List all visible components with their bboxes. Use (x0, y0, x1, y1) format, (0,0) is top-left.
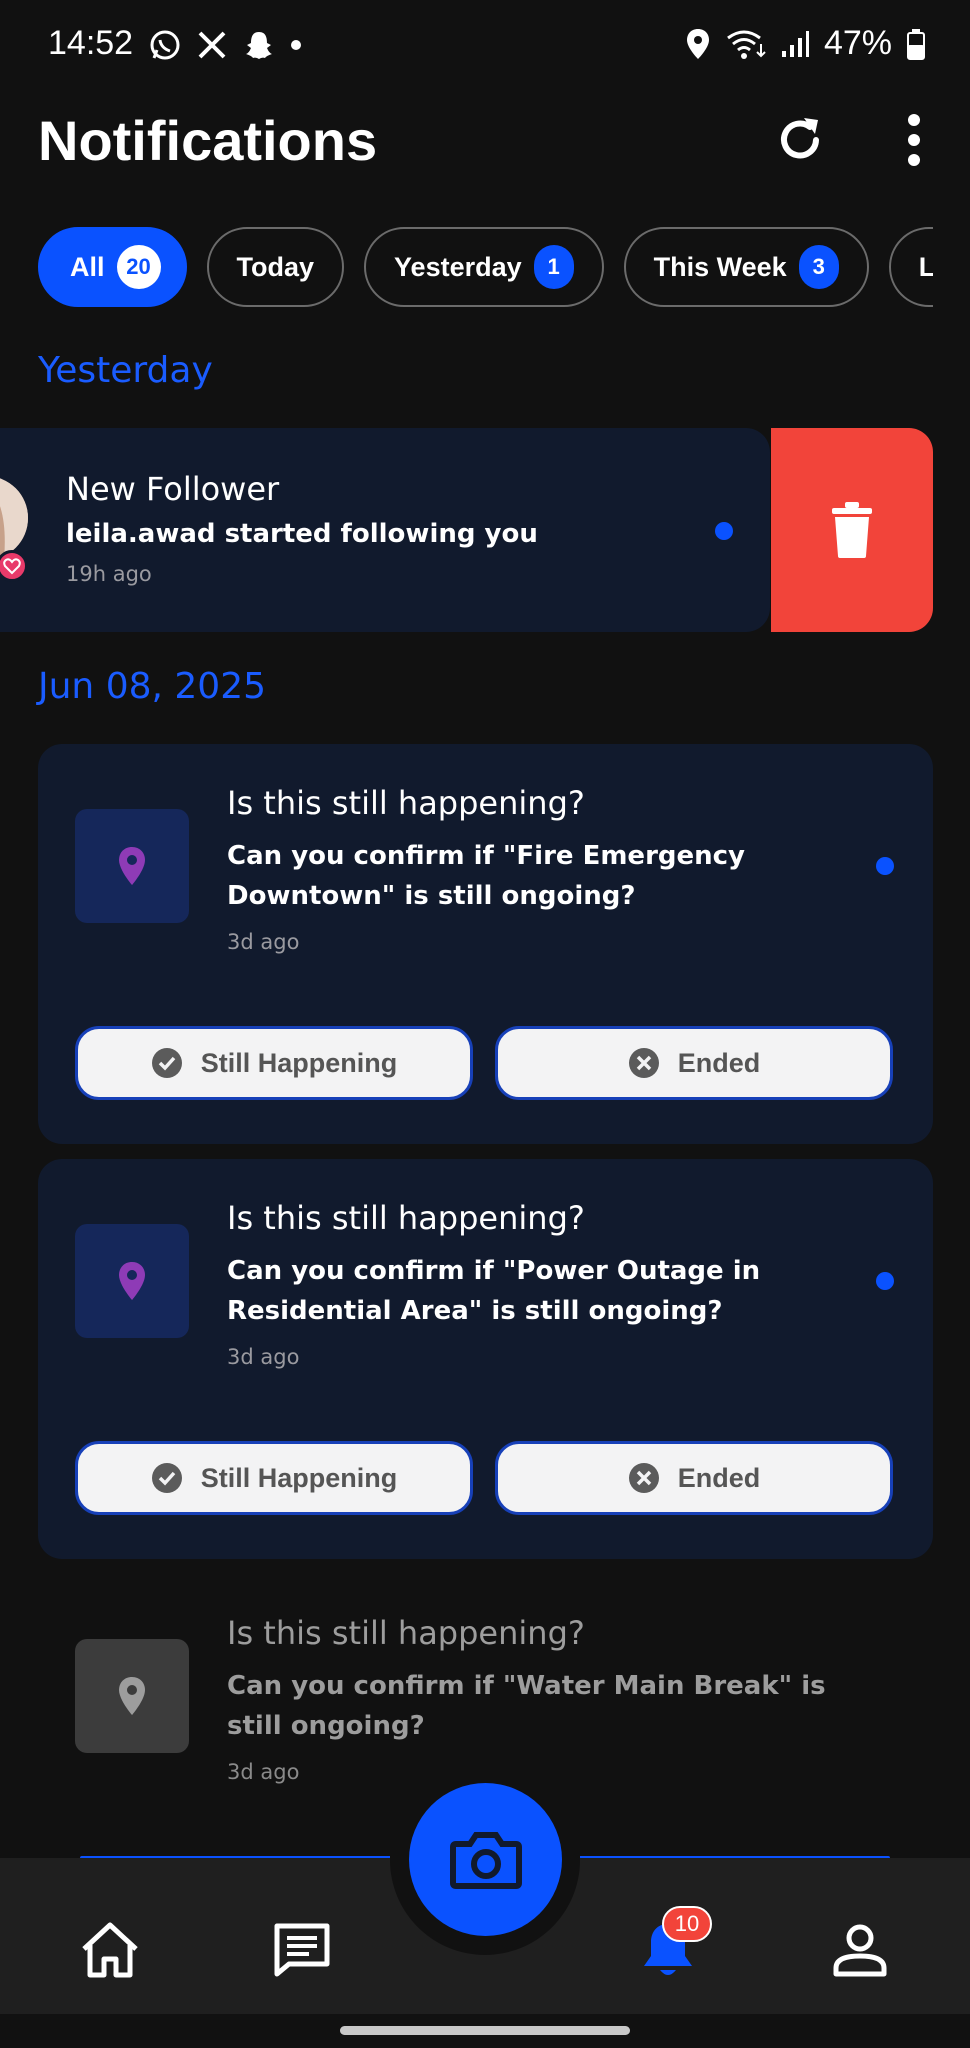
battery-percent: 47% (823, 24, 892, 62)
camera-button[interactable] (409, 1783, 562, 1936)
heart-badge-icon (0, 550, 28, 582)
notification-body: Can you confirm if "Water Main Break" is… (227, 1671, 826, 1741)
notification-time: 19h ago (66, 562, 152, 586)
camera-icon (449, 1831, 522, 1889)
delete-button[interactable] (771, 428, 933, 632)
status-time: 14:52 (48, 24, 134, 62)
event-icon-tile (75, 809, 189, 923)
wifi-icon (727, 30, 766, 59)
chip-count-badge: 20 (116, 245, 161, 289)
check-circle-icon (151, 1463, 182, 1493)
unread-dot (876, 857, 894, 875)
notification-time: 3d ago (227, 930, 300, 954)
section-title-date: Jun 08, 2025 (38, 666, 267, 707)
button-label: Still Happening (200, 1462, 398, 1493)
nav-home[interactable] (78, 1918, 142, 1982)
chip-last[interactable]: La (888, 227, 933, 307)
section-title-yesterday: Yesterday (38, 350, 213, 391)
notification-title: Is this still happening? (227, 784, 585, 822)
notification-title: New Follower (66, 470, 280, 508)
notification-body: Can you confirm if "Power Outage in Resi… (227, 1256, 761, 1326)
chip-today[interactable]: Today (206, 227, 345, 307)
status-bar: 14:52 47% (0, 0, 970, 92)
gesture-navigation-bar[interactable] (340, 2026, 630, 2035)
signal-icon (781, 30, 809, 57)
chip-this-week[interactable]: This Week 3 (623, 227, 869, 307)
nav-profile[interactable] (828, 1918, 892, 1982)
more-options-button[interactable] (886, 112, 942, 168)
notification-body: leila.awad started following you (66, 519, 538, 549)
confirm-event-card[interactable]: Is this still happening? Can you confirm… (38, 744, 933, 1144)
still-happening-button[interactable]: Still Happening (75, 1026, 473, 1100)
battery-icon (907, 28, 925, 60)
dot-icon (291, 40, 301, 50)
notification-time: 3d ago (227, 1345, 300, 1369)
ended-button[interactable]: Ended (495, 1441, 893, 1515)
status-icons-left (148, 28, 302, 62)
x-icon (198, 31, 226, 59)
unread-dot (715, 522, 733, 540)
chip-label: This Week (653, 251, 787, 282)
notification-title: Is this still happening? (227, 1199, 585, 1237)
notification-body: Can you confirm if "Fire Emergency Downt… (227, 841, 746, 911)
button-label: Still Happening (200, 1047, 398, 1078)
chip-count-badge: 1 (533, 245, 574, 289)
location-icon (686, 28, 709, 59)
status-icons-right: 47% (684, 24, 926, 63)
location-pin-icon (119, 1677, 145, 1715)
refresh-button[interactable] (772, 112, 828, 168)
profile-icon (833, 1924, 887, 1977)
chip-yesterday[interactable]: Yesterday 1 (364, 227, 604, 307)
home-icon (82, 1922, 138, 1978)
chip-label: Today (236, 251, 315, 282)
ended-button[interactable]: Ended (495, 1026, 893, 1100)
close-circle-icon (628, 1463, 659, 1493)
messages-icon (274, 1923, 330, 1977)
notification-title: Is this still happening? (227, 1614, 585, 1652)
button-label: Ended (677, 1047, 761, 1078)
avatar (0, 476, 28, 560)
unread-dot (876, 1272, 894, 1290)
notification-count-badge: 10 (662, 1906, 712, 1942)
chip-label: Yesterday (394, 251, 522, 282)
close-circle-icon (628, 1048, 659, 1078)
event-icon-tile (75, 1639, 189, 1753)
follower-notification-card[interactable]: New Follower leila.awad started followin… (0, 428, 770, 632)
still-happening-button[interactable]: Still Happening (75, 1441, 473, 1515)
location-pin-icon (119, 847, 145, 885)
chip-label: All (70, 251, 105, 282)
snapchat-icon (246, 32, 272, 59)
more-vertical-icon (908, 114, 920, 166)
refresh-icon (781, 118, 819, 159)
trash-icon (832, 502, 872, 558)
button-label: Ended (677, 1462, 761, 1493)
event-icon-tile (75, 1224, 189, 1338)
location-pin-icon (119, 1262, 145, 1300)
page-title: Notifications (38, 109, 378, 172)
chip-all[interactable]: All 20 (38, 227, 187, 307)
filter-chips: All 20 Today Yesterday 1 This Week 3 La (38, 227, 933, 307)
chip-label: La (918, 251, 933, 282)
nav-messages[interactable] (270, 1918, 334, 1982)
whatsapp-icon (150, 30, 180, 60)
notification-time: 3d ago (227, 1760, 300, 1784)
check-circle-icon (151, 1048, 182, 1078)
chip-count-badge: 3 (798, 245, 839, 289)
confirm-event-card[interactable]: Is this still happening? Can you confirm… (38, 1159, 933, 1559)
